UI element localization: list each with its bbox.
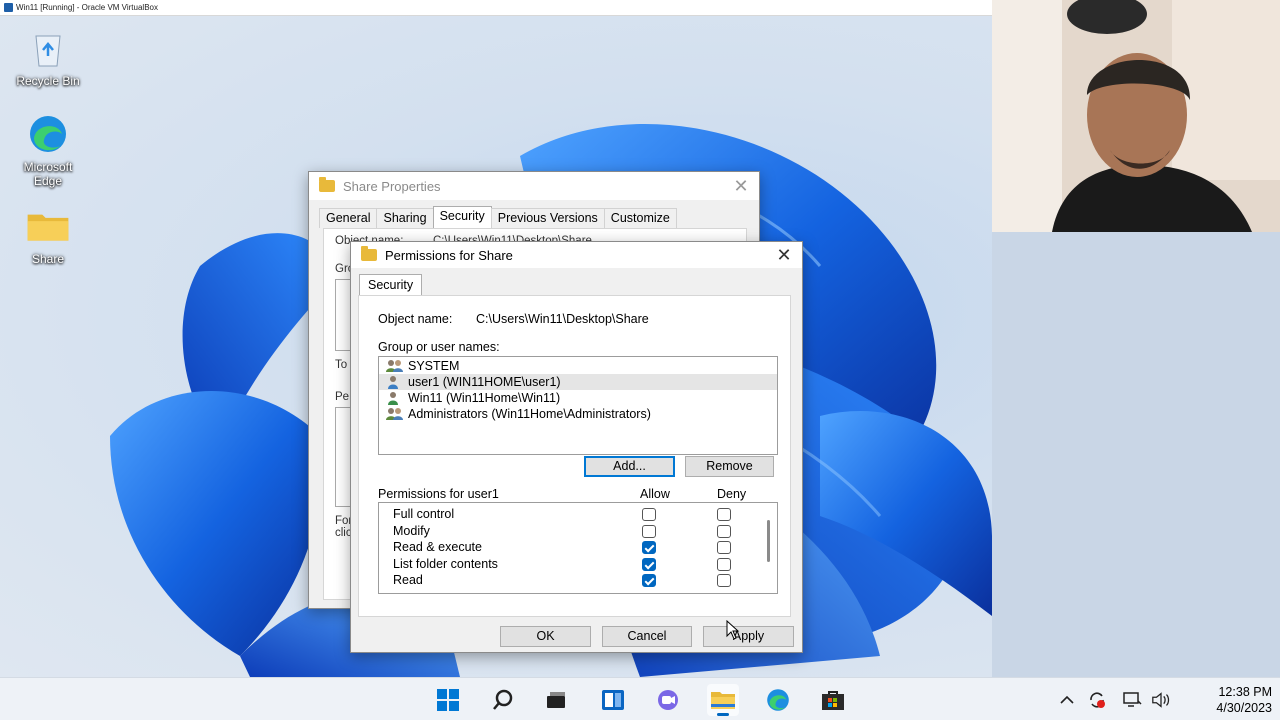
user-group-icon bbox=[385, 359, 405, 373]
tab-customize[interactable]: Customize bbox=[603, 208, 677, 228]
security-panel: Object name: C:\Users\Win11\Desktop\Shar… bbox=[358, 295, 791, 617]
allow-checkbox[interactable] bbox=[642, 541, 656, 554]
permission-name: Read bbox=[393, 573, 423, 587]
object-name-value: C:\Users\Win11\Desktop\Share bbox=[476, 312, 649, 326]
network-icon[interactable] bbox=[1122, 690, 1142, 710]
permission-name: Read & execute bbox=[393, 540, 482, 554]
virtualbox-icon bbox=[4, 3, 13, 12]
cancel-button[interactable]: Cancel bbox=[602, 626, 692, 647]
tab-security[interactable]: Security bbox=[432, 206, 492, 228]
user-row-win11[interactable]: Win11 (Win11Home\Win11) bbox=[379, 390, 777, 406]
search-icon[interactable] bbox=[487, 684, 519, 716]
permissions-dialog: Permissions for Share ✕ Security Object … bbox=[350, 241, 803, 653]
allow-column-header: Allow bbox=[640, 487, 670, 501]
remove-button[interactable]: Remove bbox=[685, 456, 774, 477]
permission-name: Modify bbox=[393, 523, 430, 538]
chat-icon[interactable] bbox=[652, 684, 684, 716]
taskbar-clock[interactable]: 12:38 PM 4/30/2023 bbox=[1184, 684, 1272, 716]
tab-security[interactable]: Security bbox=[359, 274, 423, 295]
object-name-label: Object name: bbox=[378, 312, 453, 326]
start-icon[interactable] bbox=[432, 684, 464, 716]
desktop-icon-recycle-bin[interactable]: Recycle Bin bbox=[3, 26, 93, 88]
permission-row: Read bbox=[379, 573, 759, 589]
user-name: Administrators (Win11Home\Administrators… bbox=[408, 407, 651, 421]
edge-icon bbox=[26, 112, 70, 156]
clock-time: 12:38 PM bbox=[1218, 685, 1272, 699]
permissions-list: Full control Modify Read & execute List fol… bbox=[378, 502, 778, 594]
clock-date: 4/30/2023 bbox=[1216, 701, 1272, 715]
tab-sharing[interactable]: Sharing bbox=[376, 208, 434, 228]
apply-button[interactable]: Apply bbox=[703, 626, 794, 647]
sync-icon[interactable] bbox=[1087, 690, 1107, 710]
user-name: SYSTEM bbox=[408, 359, 460, 373]
taskbar: 12:38 PM 4/30/2023 bbox=[0, 677, 1280, 720]
group-user-list[interactable]: SYSTEM user1 (WIN11HOME\user1) Win11 (Wi… bbox=[378, 356, 778, 455]
share-properties-title-bar: Share Properties bbox=[309, 172, 759, 200]
deny-checkbox[interactable] bbox=[717, 524, 731, 538]
folder-icon bbox=[26, 204, 70, 248]
permission-row: List folder contents bbox=[379, 557, 759, 573]
chevron-up-icon[interactable] bbox=[1057, 690, 1077, 710]
permissions-title-bar: Permissions for Share bbox=[351, 242, 802, 268]
allow-checkbox[interactable] bbox=[642, 574, 656, 587]
permission-name: Full control bbox=[393, 507, 455, 521]
deny-checkbox[interactable] bbox=[717, 541, 731, 554]
deny-checkbox[interactable] bbox=[717, 557, 731, 571]
permission-name: List folder contents bbox=[393, 556, 498, 571]
task-view-icon[interactable] bbox=[540, 684, 572, 716]
permission-row: Modify bbox=[379, 524, 759, 540]
allow-checkbox[interactable] bbox=[642, 557, 656, 571]
user-row-system[interactable]: SYSTEM bbox=[379, 358, 777, 374]
add-button[interactable]: Add... bbox=[584, 456, 675, 477]
user-row-administrators[interactable]: Administrators (Win11Home\Administrators… bbox=[379, 406, 777, 422]
permission-row: Full control bbox=[379, 507, 759, 523]
permissions-for-label: Permissions for user1 bbox=[378, 487, 499, 501]
folder-icon bbox=[319, 177, 335, 192]
recycle-bin-icon bbox=[26, 26, 70, 70]
user-name: Win11 (Win11Home\Win11) bbox=[408, 391, 561, 405]
presenter-video bbox=[992, 0, 1280, 232]
webcam-overlay bbox=[992, 0, 1280, 232]
user-group-icon bbox=[385, 407, 405, 421]
close-icon[interactable]: ✕ bbox=[774, 245, 794, 265]
permission-row: Read & execute bbox=[379, 540, 759, 556]
desktop-icon-label: Share bbox=[31, 252, 65, 266]
virtualbox-title-bar: Win11 [Running] - Oracle VM VirtualBox bbox=[0, 0, 992, 16]
desktop-icon-label: Microsoft Edge bbox=[23, 160, 73, 188]
deny-checkbox[interactable] bbox=[717, 574, 731, 587]
scrollbar[interactable] bbox=[762, 504, 776, 592]
dialog-title: Permissions for Share bbox=[385, 247, 513, 263]
user-icon bbox=[385, 391, 405, 405]
widgets-icon[interactable] bbox=[597, 684, 629, 716]
volume-icon[interactable] bbox=[1151, 690, 1171, 710]
group-or-user-names-label: Group or user names: bbox=[378, 340, 500, 354]
edge-icon[interactable] bbox=[762, 684, 794, 716]
ok-button[interactable]: OK bbox=[500, 626, 591, 647]
scrollbar-thumb[interactable] bbox=[767, 520, 770, 562]
allow-checkbox[interactable] bbox=[642, 508, 656, 521]
properties-tabs: General Sharing Security Previous Versio… bbox=[309, 206, 759, 228]
file-explorer-icon[interactable] bbox=[707, 684, 739, 716]
store-icon[interactable] bbox=[817, 684, 849, 716]
deny-checkbox[interactable] bbox=[717, 508, 731, 521]
tab-general[interactable]: General bbox=[319, 208, 378, 228]
user-row-user1[interactable]: user1 (WIN11HOME\user1) bbox=[379, 374, 777, 390]
edit-label-fragment: To bbox=[335, 359, 348, 371]
close-icon[interactable]: ✕ bbox=[731, 176, 751, 196]
allow-checkbox[interactable] bbox=[642, 524, 656, 538]
mouse-pointer-icon bbox=[726, 620, 740, 640]
user-name: user1 (WIN11HOME\user1) bbox=[408, 375, 561, 389]
desktop-icon-label: Recycle Bin bbox=[16, 74, 80, 88]
virtualbox-title: Win11 [Running] - Oracle VM VirtualBox bbox=[16, 3, 158, 12]
deny-column-header: Deny bbox=[717, 487, 747, 501]
tab-previous-versions[interactable]: Previous Versions bbox=[490, 208, 605, 228]
user-icon bbox=[385, 375, 405, 389]
permissions-label-fragment: Pe bbox=[335, 391, 350, 403]
folder-icon bbox=[361, 246, 377, 261]
desktop-icon-edge[interactable]: Microsoft Edge bbox=[3, 112, 93, 188]
window-title: Share Properties bbox=[343, 178, 441, 194]
desktop-icon-share-folder[interactable]: Share bbox=[3, 204, 93, 266]
